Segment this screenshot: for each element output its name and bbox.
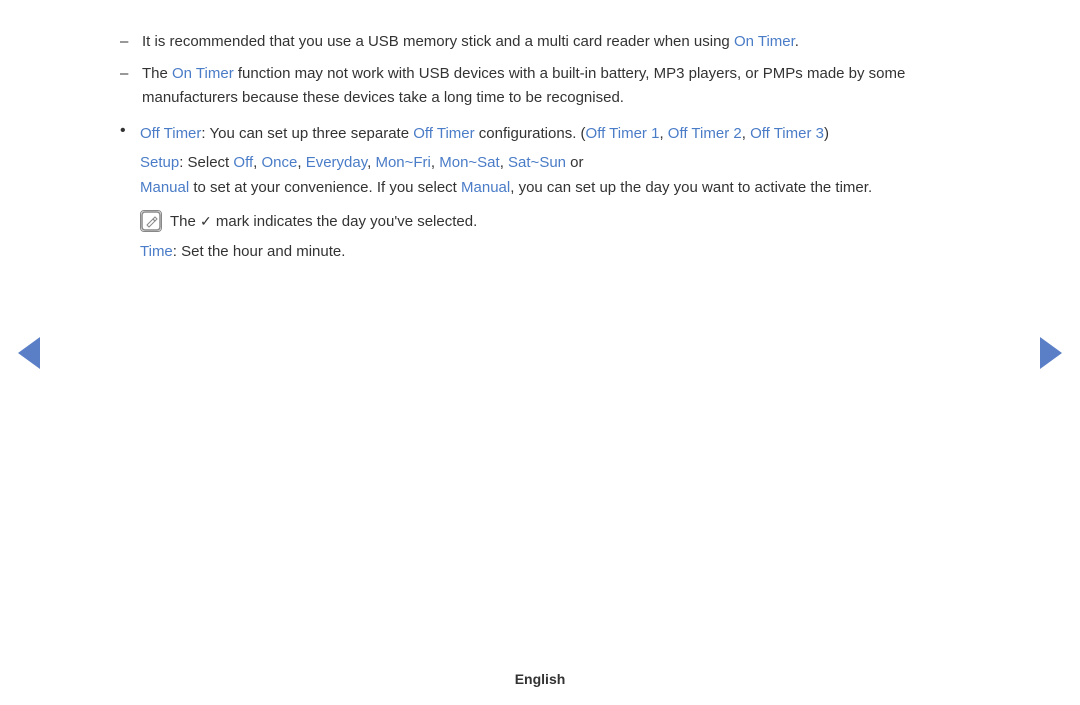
off-timer-heading-line: Off Timer: You can set up three separate… [140,125,829,142]
comma-mon-sat: , [500,154,508,171]
content-area: It is recommended that you use a USB mem… [0,0,1080,671]
dash-item-1: It is recommended that you use a USB mem… [120,30,960,54]
setup-label: Setup [140,154,179,171]
note-icon-svg [141,211,161,231]
note-text: The ✓ mark indicates the day you've sele… [170,210,477,234]
off-timer-heading-text2: configurations. ( [475,125,586,142]
checkmark-symbol: ✓ [200,213,212,229]
footer: English [0,671,1080,705]
on-timer-link-1: On Timer [734,33,795,50]
mon-fri-word: Mon~Fri [375,154,430,171]
comma-once: , [297,154,305,171]
note-box: The ✓ mark indicates the day you've sele… [140,210,960,234]
bullet-list: Off Timer: You can set up three separate… [120,122,960,265]
note-text-after: mark indicates the day you've selected. [212,213,478,230]
off-word: Off [233,154,253,171]
manual-word-1: Manual [140,179,189,196]
off-timer-heading-link: Off Timer [140,125,201,142]
setup-text2: to set at your convenience. If you selec… [189,179,461,196]
once-word: Once [261,154,297,171]
note-text-before: The [170,213,200,230]
off-timer-2-link: Off Timer 2 [668,125,742,142]
dash-item-1-text-after: . [795,33,799,50]
manual-word-2: Manual [461,179,510,196]
close-paren: ) [824,125,829,142]
off-timer-section: Off Timer: You can set up three separate… [140,122,960,265]
nav-arrow-left[interactable] [18,337,40,369]
comma-1: , [659,125,667,142]
setup-colon: : Select [179,154,233,171]
off-timer-3-link: Off Timer 3 [750,125,824,142]
dash-item-2-text-after: function may not work with USB devices w… [142,65,905,106]
bullet-item-off-timer: Off Timer: You can set up three separate… [120,122,960,265]
dash-list: It is recommended that you use a USB mem… [120,30,960,110]
comma-2: , [742,125,750,142]
note-icon [140,210,162,232]
time-line: Time: Set the hour and minute. [140,240,960,265]
off-timer-heading-text: : You can set up three separate [201,125,413,142]
on-timer-link-2: On Timer [172,65,234,82]
page-container: It is recommended that you use a USB mem… [0,0,1080,705]
sat-sun-word: Sat~Sun [508,154,566,171]
mon-sat-word: Mon~Sat [439,154,499,171]
time-label: Time [140,243,173,260]
nav-arrow-right[interactable] [1040,337,1062,369]
dash-item-2: The On Timer function may not work with … [120,62,960,110]
dash-item-1-text-before: It is recommended that you use a USB mem… [142,33,734,50]
setup-text3: , you can set up the day you want to act… [510,179,872,196]
footer-text: English [515,671,566,687]
time-text: : Set the hour and minute. [173,243,346,260]
off-timer-1-link: Off Timer 1 [586,125,660,142]
dash-item-2-text-before: The [142,65,172,82]
or-text: or [566,154,584,171]
setup-line: Setup: Select Off, Once, Everyday, Mon~F… [140,151,960,201]
off-timer-link-inline: Off Timer [413,125,474,142]
comma-mon-fri: , [431,154,439,171]
everyday-word: Everyday [306,154,367,171]
